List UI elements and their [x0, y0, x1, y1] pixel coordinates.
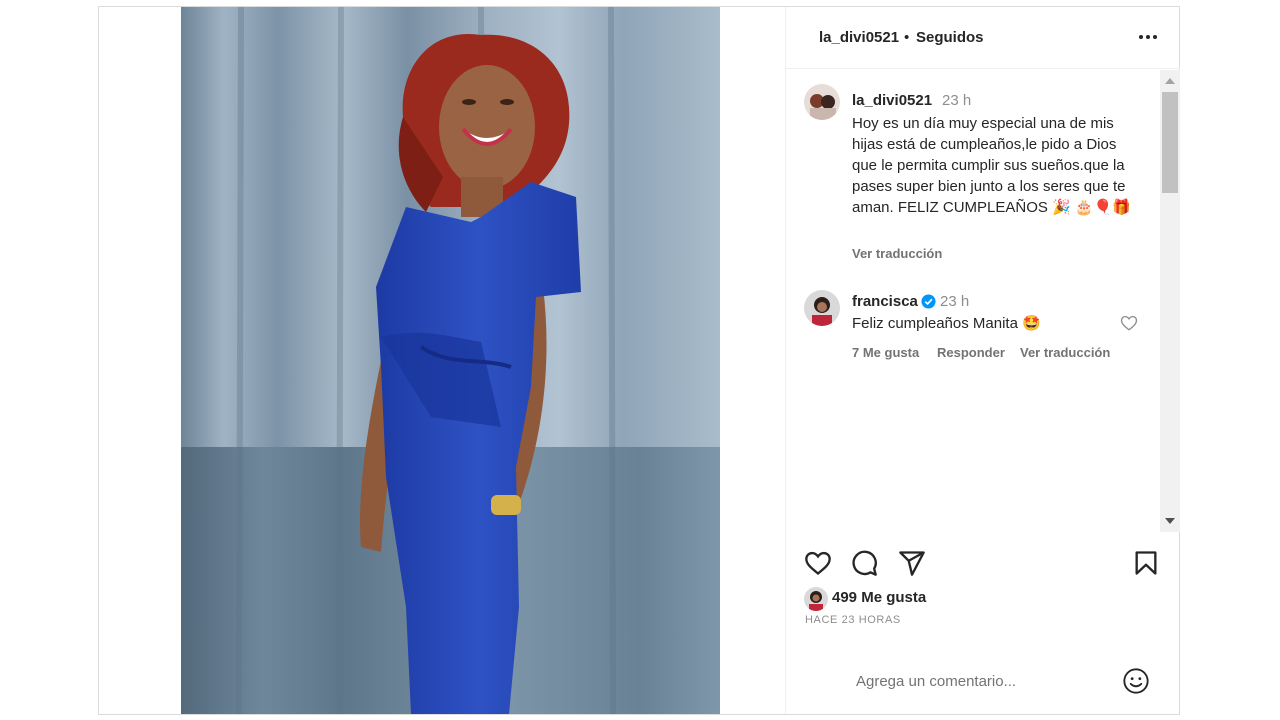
post-photo[interactable]: [181, 7, 720, 714]
verified-icon: [921, 294, 936, 309]
share-icon[interactable]: [898, 549, 926, 577]
scroll-thumb[interactable]: [1162, 92, 1178, 193]
comment-icon[interactable]: [850, 549, 878, 577]
post-timestamp[interactable]: HACE 23 HORAS: [805, 614, 901, 626]
more-icon[interactable]: [1136, 25, 1160, 49]
header-username[interactable]: la_divi0521: [819, 29, 899, 46]
comment-composer: [786, 649, 1180, 714]
comments-scrollbar[interactable]: [1160, 70, 1180, 532]
comments-list[interactable]: la_divi0521 23 h Hoy es un día muy espec…: [786, 70, 1180, 532]
heart-icon[interactable]: [804, 549, 832, 577]
likes-count[interactable]: 499 Me gusta: [832, 589, 926, 606]
comment-likes-count[interactable]: 7 Me gusta: [852, 345, 919, 360]
post-sidebar: la_divi0521 • Seguidos la_divi0521 23 h …: [785, 7, 1180, 714]
comment-like-icon[interactable]: [1120, 314, 1138, 332]
caption-translate-link[interactable]: Ver traducción: [852, 246, 942, 261]
header-separator: •: [904, 29, 910, 46]
caption-text: Hoy es un día muy especial una de mis hi…: [852, 115, 1131, 216]
post-modal: la_divi0521 • Seguidos la_divi0521 23 h …: [98, 6, 1180, 715]
follow-status-button[interactable]: Seguidos: [916, 29, 984, 46]
scroll-down-arrow[interactable]: [1165, 518, 1175, 524]
bookmark-icon[interactable]: [1132, 549, 1160, 577]
post-media: [99, 7, 785, 714]
comment-avatar[interactable]: [804, 290, 840, 326]
caption-username[interactable]: la_divi0521: [852, 92, 932, 109]
emoji-icon[interactable]: [1122, 667, 1150, 695]
comment-text: Feliz cumpleaños Manita 🤩: [852, 315, 1041, 332]
likes-avatar[interactable]: [804, 587, 828, 611]
scroll-up-arrow[interactable]: [1165, 78, 1175, 84]
comment-username[interactable]: francisca: [852, 293, 918, 310]
post-actions: [786, 535, 1180, 595]
caption-avatar[interactable]: [804, 84, 840, 120]
caption-time: 23 h: [942, 92, 972, 109]
comment-input[interactable]: [856, 667, 1106, 695]
comment-translate-link[interactable]: Ver traducción: [1020, 345, 1110, 360]
comment-time: 23 h: [940, 293, 970, 310]
comment-reply-button[interactable]: Responder: [937, 345, 1005, 360]
post-header: la_divi0521 • Seguidos: [786, 7, 1180, 69]
